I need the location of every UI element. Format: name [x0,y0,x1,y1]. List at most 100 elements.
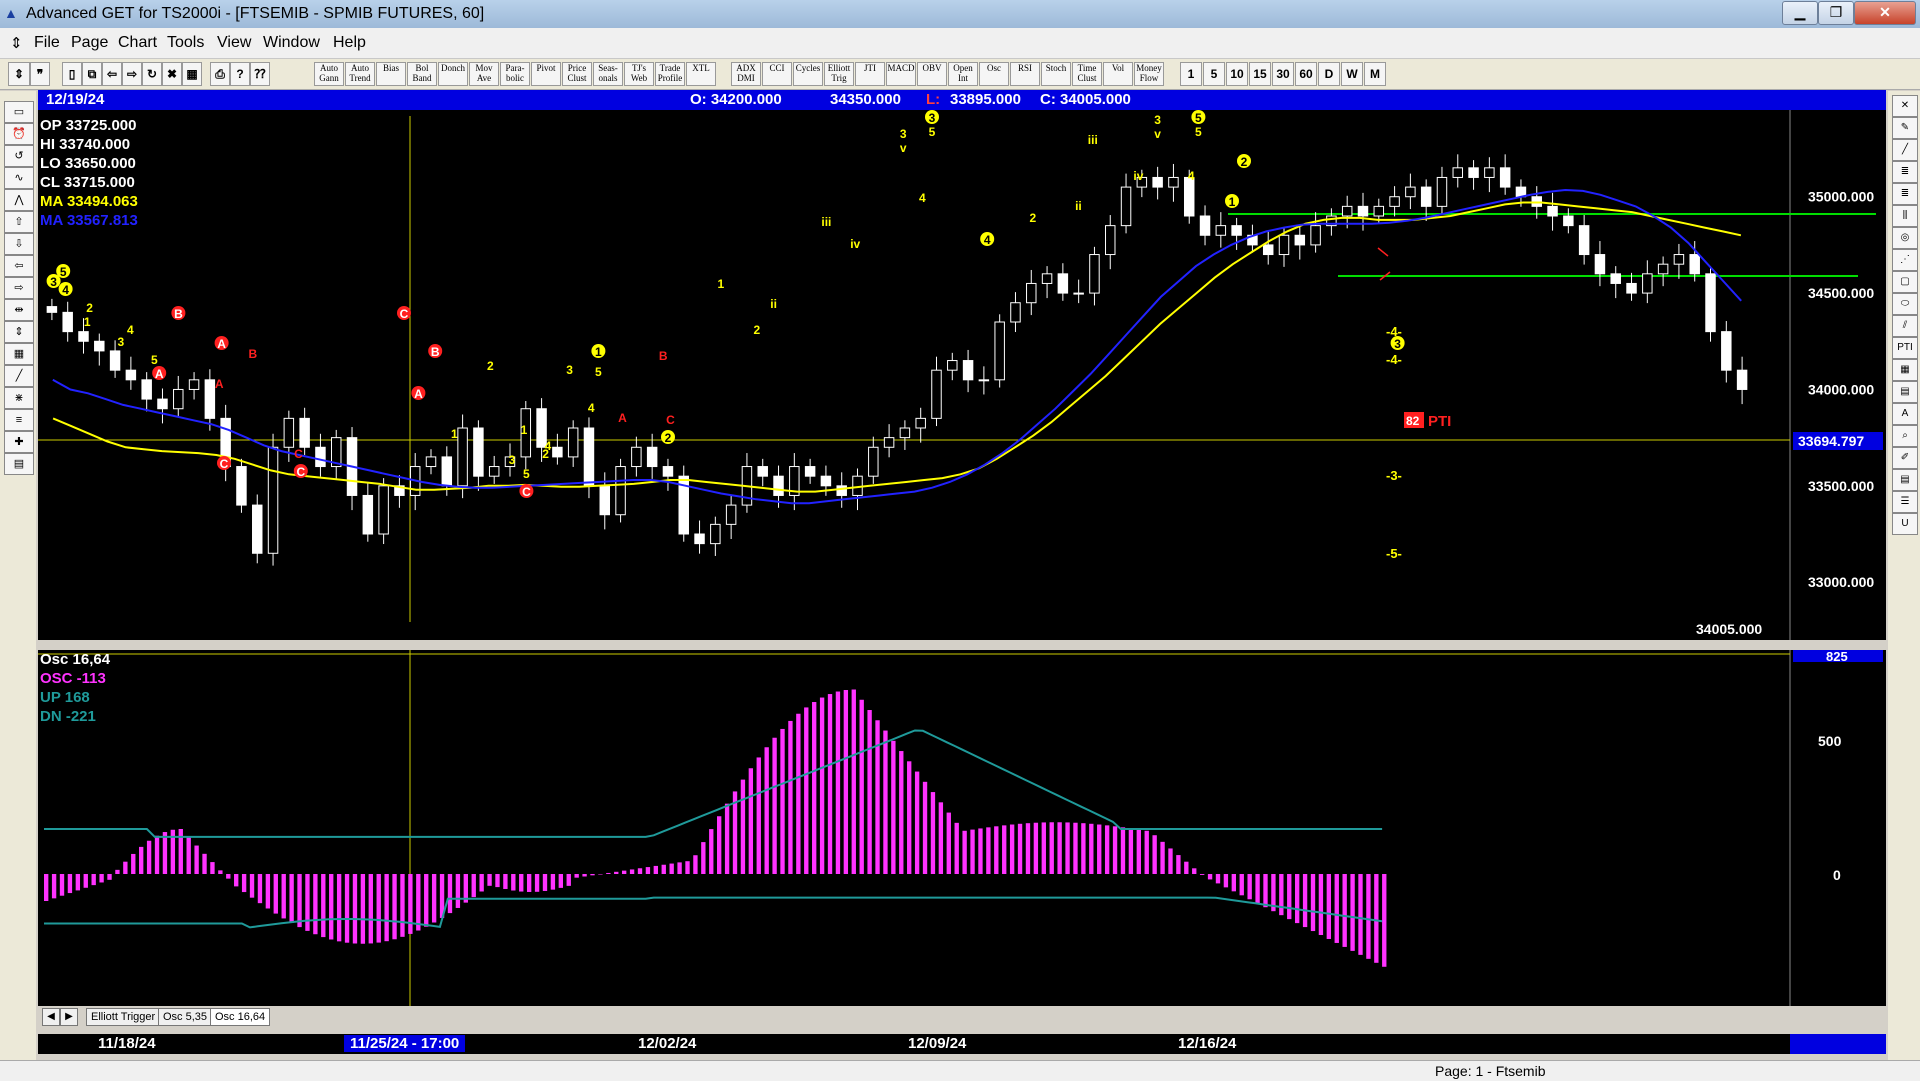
interval-button-10[interactable]: 10 [1226,62,1248,86]
study-button-5[interactable]: Mov Ave [469,62,499,86]
back-icon[interactable]: ⇦ [102,62,122,86]
fib-time-icon[interactable]: ⫼ [1892,205,1918,227]
study-button-8[interactable]: Price Clust [562,62,592,86]
expand-horizontal-icon[interactable]: ⇹ [4,299,34,321]
arrow-up-icon[interactable]: ⇧ [4,211,34,233]
alarm-icon[interactable]: ⏰ [4,123,34,145]
study-button-17[interactable]: JTI [855,62,885,86]
interval-button-15[interactable]: 15 [1249,62,1271,86]
study-button-11[interactable]: Trade Profile [655,62,685,86]
menu-chart[interactable]: Chart [118,34,157,52]
elliott-icon[interactable]: ⋀ [4,189,34,211]
interval-button-M[interactable]: M [1364,62,1386,86]
tab-next-icon[interactable]: ▶ [60,1008,78,1026]
pti-icon[interactable]: PTI [1892,337,1918,359]
study-button-3[interactable]: Bol Band [407,62,437,86]
arrow-down-icon[interactable]: ⇩ [4,233,34,255]
trendline-icon[interactable]: ╱ [1892,139,1918,161]
oscillator-pane[interactable]: 825 500 0 Osc 16,64 OSC -113 UP 168 DN -… [38,650,1886,1006]
box-icon[interactable]: ▢ [1892,271,1918,293]
expand-vertical-icon[interactable]: ⇕ [4,321,34,343]
grid-panel-icon[interactable]: ▦ [1892,359,1918,381]
study-button-2[interactable]: Bias [376,62,406,86]
study-button-21[interactable]: Osc [979,62,1009,86]
open-icon[interactable]: ▭ [4,101,34,123]
menu-tools[interactable]: Tools [167,34,204,52]
study-button-4[interactable]: Donch [438,62,468,86]
tab-prev-icon[interactable]: ◀ [42,1008,60,1026]
pencil-icon[interactable]: ✎ [1892,117,1918,139]
crosshair-icon[interactable]: ✚ [4,431,34,453]
menu-page[interactable]: Page [71,34,108,52]
study-button-15[interactable]: Cycles [793,62,823,86]
fib-extension-icon[interactable]: ≣ [1892,183,1918,205]
paint-icon[interactable]: ✐ [1892,447,1918,469]
study-button-22[interactable]: RSI [1010,62,1040,86]
tab-osc-5-35[interactable]: Osc 5,35 [158,1008,213,1026]
tab-osc-16-64[interactable]: Osc 16,64 [210,1008,271,1026]
cycle-icon[interactable]: ◎ [1892,227,1918,249]
interval-button-1[interactable]: 1 [1180,62,1202,86]
text-tool-icon[interactable]: A [1892,403,1918,425]
arrow-left-icon[interactable]: ⇦ [4,255,34,277]
channel-icon[interactable]: ⫽ [1892,315,1918,337]
maximize-button[interactable]: ❐ [1818,1,1854,25]
study-button-24[interactable]: Time Clust [1072,62,1102,86]
list-icon[interactable]: ☰ [1892,491,1918,513]
menu-app-icon[interactable]: ⇕ [10,34,23,52]
study-button-14[interactable]: CCI [762,62,792,86]
arrow-right-icon[interactable]: ⇨ [4,277,34,299]
tab-elliott-trigger[interactable]: Elliott Trigger [86,1008,161,1026]
note-icon[interactable]: ▤ [1892,469,1918,491]
refresh-icon[interactable]: ↻ [142,62,162,86]
price-chart-svg[interactable]: 35421435ABABACCCCBA21 143 25C3 514A C2B12iii… [38,110,1886,640]
oscillator-svg[interactable]: 825 500 0 [38,650,1886,1006]
fib-retrace-icon[interactable]: ≣ [1892,161,1918,183]
study-button-26[interactable]: Money Flow [1134,62,1164,86]
study-button-7[interactable]: Pivot [531,62,561,86]
study-button-12[interactable]: XTL [686,62,716,86]
context-help-icon[interactable]: ⁇ [250,62,270,86]
help-icon[interactable]: ? [230,62,250,86]
grid-tool-icon[interactable]: ▦ [4,343,34,365]
ellipse-icon[interactable]: ⬭ [1892,293,1918,315]
study-button-25[interactable]: Vol [1103,62,1133,86]
fan-icon[interactable]: ⋰ [1892,249,1918,271]
study-button-16[interactable]: Elliott Trig [824,62,854,86]
grid-icon[interactable]: ▦ [182,62,202,86]
fib-icon[interactable]: ≡ [4,409,34,431]
settings-icon[interactable]: ▤ [4,453,34,475]
study-button-19[interactable]: OBV [917,62,947,86]
minimize-button[interactable]: ▁ [1782,1,1818,25]
copy-page-icon[interactable]: ⧉ [82,62,102,86]
lines-icon[interactable]: ╱ [4,365,34,387]
gann-icon[interactable]: ⋇ [4,387,34,409]
delete-icon[interactable]: ✖ [162,62,182,86]
interval-button-5[interactable]: 5 [1203,62,1225,86]
new-page-icon[interactable]: ▯ [62,62,82,86]
mob-icon[interactable]: ▤ [1892,381,1918,403]
interval-button-D[interactable]: D [1318,62,1340,86]
study-button-13[interactable]: ADX DMI [731,62,761,86]
menu-window[interactable]: Window [263,34,320,52]
interval-button-60[interactable]: 60 [1295,62,1317,86]
quote-tool-icon[interactable]: ❞ [30,62,50,86]
interval-button-30[interactable]: 30 [1272,62,1294,86]
zoom-icon[interactable]: ⌕ [1892,425,1918,447]
study-icon[interactable]: ∿ [4,167,34,189]
study-button-0[interactable]: Auto Gann [314,62,344,86]
close-tool-icon[interactable]: ✕ [1892,95,1918,117]
menu-view[interactable]: View [217,34,251,52]
study-button-1[interactable]: Auto Trend [345,62,375,86]
study-button-23[interactable]: Stoch [1041,62,1071,86]
study-button-18[interactable]: MACD [886,62,916,86]
pane-separator[interactable] [38,640,1886,650]
magnet-icon[interactable]: U [1892,513,1918,535]
forward-icon[interactable]: ⇨ [122,62,142,86]
study-button-10[interactable]: TJ's Web [624,62,654,86]
close-button[interactable]: ✕ [1854,1,1916,25]
reset-icon[interactable]: ↺ [4,145,34,167]
print-icon[interactable]: ⎙ [210,62,230,86]
pointer-tool-icon[interactable]: ⇕ [8,62,30,86]
study-button-9[interactable]: Seas-onals [593,62,623,86]
